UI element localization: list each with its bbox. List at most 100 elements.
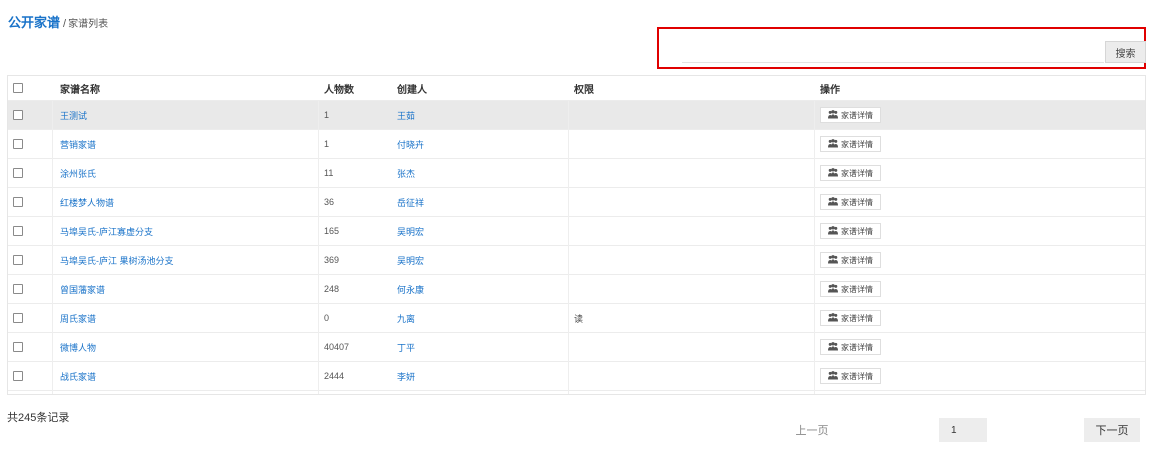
header-name: 家谱名称 [60, 84, 100, 96]
permission-value: 读 [574, 313, 584, 324]
permission-value [574, 362, 814, 390]
people-count: 40407 [324, 342, 350, 352]
genealogy-detail-button[interactable]: 家谱详情 [820, 310, 881, 326]
permission-value [574, 130, 814, 158]
breadcrumb-current: 家谱列表 [68, 19, 109, 30]
family-icon [828, 138, 838, 150]
genealogy-detail-button[interactable]: 家谱详情 [820, 223, 881, 239]
header-creator: 创建人 [397, 84, 427, 96]
people-count: 2444 [324, 371, 345, 381]
genealogy-detail-button[interactable]: 家谱详情 [820, 136, 881, 152]
creator-link[interactable]: 吴明宏 [397, 217, 567, 245]
family-icon [828, 312, 838, 324]
detail-button-label: 家谱详情 [841, 342, 873, 352]
creator-link[interactable]: 丁平 [397, 333, 567, 361]
permission-value [574, 101, 814, 129]
detail-button-label: 家谱详情 [841, 371, 873, 381]
genealogy-name-link[interactable]: 微博人物 [60, 333, 315, 361]
family-icon [828, 254, 838, 266]
creator-link[interactable]: 岳征祥 [397, 188, 567, 216]
genealogy-detail-button[interactable]: 家谱详情 [820, 252, 881, 268]
genealogy-name-link[interactable]: 周氏家谱 [60, 304, 315, 332]
table-row: 营销家谱 1 付晓卉 家谱详情 [8, 130, 1145, 159]
table-row: 马埠吴氏-庐江 果树汤池分支 369 吴明宏 家谱详情 [8, 246, 1145, 275]
permission-value [574, 159, 814, 187]
creator-link[interactable]: 张杰 [397, 159, 567, 187]
genealogy-detail-button[interactable]: 家谱详情 [820, 165, 881, 181]
genealogy-detail-button[interactable]: 家谱详情 [820, 194, 881, 210]
row-checkbox[interactable] [13, 139, 23, 149]
detail-button-label: 家谱详情 [841, 197, 873, 207]
genealogy-detail-button[interactable]: 家谱详情 [820, 368, 881, 384]
table-row: 涂州张氏 11 张杰 家谱详情 [8, 159, 1145, 188]
table-row: 战氏家谱 2444 李妍 家谱详情 [8, 362, 1145, 391]
breadcrumb: 公开家谱 / 家谱列表 [8, 12, 108, 32]
genealogy-name-link[interactable]: 红楼梦人物谱 [60, 188, 315, 216]
select-all-checkbox[interactable] [13, 83, 23, 93]
column-divider [814, 101, 815, 394]
detail-button-label: 家谱详情 [841, 284, 873, 294]
column-divider [318, 101, 319, 394]
row-checkbox[interactable] [13, 313, 23, 323]
genealogy-name-link[interactable]: 营销家谱 [60, 130, 315, 158]
detail-button-label: 家谱详情 [841, 110, 873, 120]
detail-button-label: 家谱详情 [841, 168, 873, 178]
family-icon [828, 109, 838, 121]
people-count: 165 [324, 226, 340, 236]
creator-link[interactable]: 何永康 [397, 275, 567, 303]
prev-page-button[interactable]: 上一页 [782, 418, 842, 442]
genealogy-detail-button[interactable]: 家谱详情 [820, 339, 881, 355]
people-count: 248 [324, 284, 340, 294]
genealogy-name-link[interactable]: 马埠吴氏-庐江 果树汤池分支 [60, 246, 315, 274]
table-row: 红楼梦人物谱 36 岳征祥 家谱详情 [8, 188, 1145, 217]
row-checkbox[interactable] [13, 168, 23, 178]
row-checkbox[interactable] [13, 342, 23, 352]
creator-link[interactable]: 付晓卉 [397, 130, 567, 158]
row-checkbox[interactable] [13, 371, 23, 381]
row-checkbox[interactable] [13, 284, 23, 294]
genealogy-name-link[interactable]: 王测试 [60, 101, 315, 129]
genealogy-table: 家谱名称 人物数 创建人 权限 操作 王测试 1 王茹 家谱详情 营销家谱 1 付晓卉 家谱详… [7, 75, 1146, 395]
people-count: 36 [324, 197, 335, 207]
genealogy-name-link[interactable]: 涂州张氏 [60, 159, 315, 187]
row-checkbox[interactable] [13, 110, 23, 120]
genealogy-name-link[interactable]: 曾国藩家谱 [60, 275, 315, 303]
permission-value [574, 188, 814, 216]
row-checkbox[interactable] [13, 226, 23, 236]
detail-button-label: 家谱详情 [841, 139, 873, 149]
family-icon [828, 283, 838, 295]
next-page-button[interactable]: 下一页 [1084, 418, 1140, 442]
table-row: 王测试 1 王茹 家谱详情 [8, 101, 1145, 130]
genealogy-name-link[interactable]: 战氏家谱 [60, 362, 315, 390]
breadcrumb-separator: / [63, 18, 67, 30]
table-row: 曾国藩家谱 248 何永康 家谱详情 [8, 275, 1145, 304]
column-divider [568, 101, 569, 394]
header-people: 人物数 [324, 84, 354, 96]
page-number-input[interactable]: 1 [939, 418, 987, 442]
genealogy-detail-button[interactable]: 家谱详情 [820, 281, 881, 297]
header-action: 操作 [820, 84, 840, 96]
genealogy-name-link[interactable]: 马埠吴氏-庐江寡虚分支 [60, 217, 315, 245]
header-permission: 权限 [574, 84, 594, 96]
creator-link[interactable]: 李妍 [397, 362, 567, 390]
detail-button-label: 家谱详情 [841, 226, 873, 236]
creator-link[interactable]: 王茹 [397, 101, 567, 129]
record-count: 共245条记录 [7, 412, 70, 424]
row-checkbox[interactable] [13, 197, 23, 207]
search-button[interactable]: 搜索 [1105, 41, 1146, 63]
creator-link[interactable]: 九离 [397, 304, 567, 332]
family-icon [828, 370, 838, 382]
people-count: 11 [324, 168, 334, 178]
people-count: 0 [324, 313, 330, 323]
search-input[interactable] [682, 42, 1104, 63]
row-checkbox[interactable] [13, 255, 23, 265]
permission-value [574, 333, 814, 361]
family-icon [828, 341, 838, 353]
detail-button-label: 家谱详情 [841, 313, 873, 323]
genealogy-detail-button[interactable]: 家谱详情 [820, 107, 881, 123]
creator-link[interactable]: 吴明宏 [397, 246, 567, 274]
table-row: 微博人物 40407 丁平 家谱详情 [8, 333, 1145, 362]
people-count: 1 [324, 110, 330, 120]
family-icon [828, 225, 838, 237]
breadcrumb-title[interactable]: 公开家谱 [8, 15, 60, 30]
